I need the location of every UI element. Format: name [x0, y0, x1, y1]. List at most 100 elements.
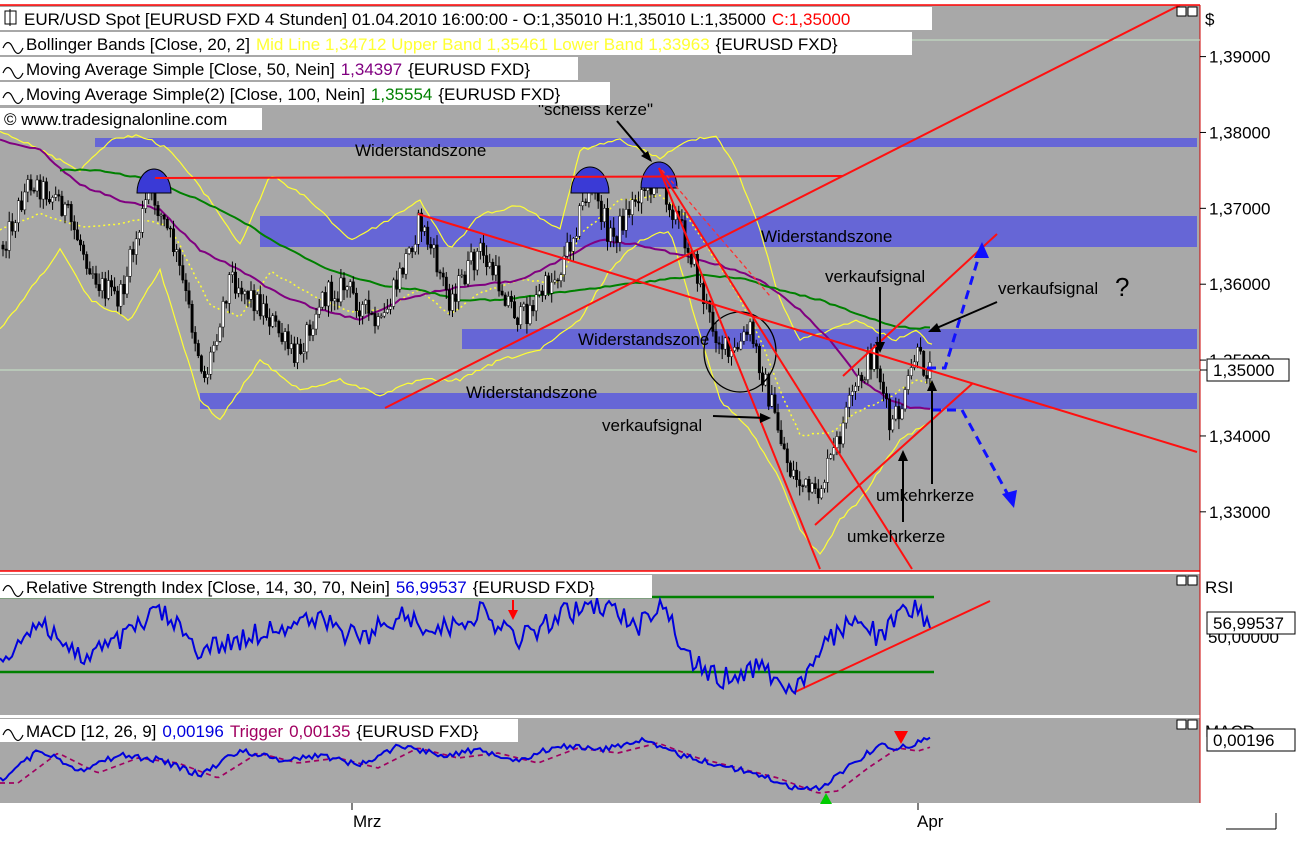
candle-body	[894, 406, 898, 420]
candle-body	[395, 279, 399, 290]
candle-body	[792, 469, 795, 477]
candle-body	[367, 299, 371, 314]
candle-body	[131, 249, 135, 255]
candle-body	[888, 398, 892, 431]
candle-body	[1, 244, 5, 250]
candle-body	[289, 343, 293, 349]
candle-body	[615, 236, 619, 243]
candle-body	[323, 292, 327, 307]
candle-body	[196, 343, 200, 356]
candle-body	[544, 275, 547, 296]
legend-macd-label: MACD [12, 26, 9]	[26, 722, 156, 741]
candle-body	[599, 200, 603, 223]
candle-body	[274, 315, 278, 322]
candle-body	[454, 293, 458, 302]
candle-body	[540, 290, 544, 296]
candle-body	[699, 283, 702, 285]
candle-body	[584, 201, 588, 204]
candle-body	[637, 201, 640, 204]
candle-body	[553, 279, 557, 283]
candle-body	[66, 203, 70, 206]
verkauf-label-3: verkaufsignal	[998, 279, 1098, 298]
candle-body	[237, 287, 241, 294]
candle-body	[742, 331, 746, 342]
candle-body	[100, 278, 104, 291]
candle-body	[48, 198, 51, 203]
candle-body	[116, 290, 120, 307]
candle-body	[385, 308, 389, 313]
legend-row-bollinger[interactable]: Bollinger Bands [Close, 20, 2] Mid Line 1…	[26, 35, 838, 54]
candle-body	[370, 313, 374, 315]
price-minimize-button[interactable]	[1176, 6, 1187, 17]
candle-body	[373, 313, 377, 327]
candle-body	[339, 277, 343, 303]
candle-body	[847, 395, 851, 408]
candle-body	[404, 253, 408, 275]
legend-row-ma100[interactable]: Moving Average Simple(2) [Close, 100, Ne…	[26, 85, 561, 104]
zone-label-3: Widerstandszone	[578, 330, 709, 349]
candle-body	[485, 255, 489, 267]
candle-body	[265, 303, 268, 318]
candle-body	[429, 244, 433, 249]
candle-body	[7, 221, 11, 251]
macd-minimize-button[interactable]	[1176, 719, 1187, 730]
legend-row-price[interactable]: EUR/USD Spot [EURUSD FXD 4 Stunden] 01.0…	[24, 10, 850, 29]
candle-body	[469, 251, 473, 261]
legend-row-ma50[interactable]: Moving Average Simple [Close, 50, Nein] 1…	[26, 60, 530, 79]
candle-body	[826, 458, 830, 483]
candle-body	[110, 280, 113, 288]
candle-body	[813, 483, 817, 489]
candle-body	[29, 179, 33, 191]
candle-body	[379, 315, 383, 318]
macd-maximize-button[interactable]	[1187, 719, 1198, 730]
price-maximize-button[interactable]	[1187, 6, 1198, 17]
question-mark: ?	[1115, 272, 1129, 302]
candle-body	[88, 268, 92, 275]
candle-body	[175, 249, 179, 253]
candle-body	[91, 273, 95, 275]
candle-body	[516, 317, 520, 325]
candle-body	[633, 199, 637, 202]
rsi-minimize-button[interactable]	[1176, 575, 1187, 586]
candle-body	[519, 306, 523, 325]
candle-body	[652, 187, 656, 195]
candle-body	[4, 248, 8, 251]
legend-macd-suffix: {EURUSD FXD}	[357, 722, 479, 741]
candle-body	[767, 374, 771, 407]
rsi-maximize-button[interactable]	[1187, 575, 1198, 586]
candle-body	[23, 191, 27, 211]
candle-body	[565, 242, 569, 257]
legend-macd-trigger-label: Trigger	[230, 722, 284, 741]
price-tick-label: 1,36000	[1209, 275, 1270, 294]
candle-body	[906, 375, 910, 390]
candle-body	[358, 310, 361, 317]
candle-body	[320, 292, 324, 308]
legend-row-macd[interactable]: MACD [12, 26, 9] 0,00196 Trigger 0,00135 {EU…	[26, 722, 479, 741]
candle-body	[54, 194, 58, 198]
candle-body	[57, 194, 61, 197]
candle-body	[556, 279, 560, 282]
candle-body	[327, 281, 330, 307]
candle-body	[221, 301, 225, 328]
candle-body	[723, 337, 727, 350]
candle-body	[215, 340, 219, 346]
price-tick-label: 1,33000	[1209, 503, 1270, 522]
candle-body	[733, 347, 737, 351]
legend-ma50-suffix: {EURUSD FXD}	[408, 60, 530, 79]
candle-body	[137, 232, 141, 240]
candle-body	[144, 199, 148, 209]
candle-body	[252, 290, 256, 312]
candle-body	[51, 197, 55, 203]
legend-bollinger-values: Mid Line 1,34712 Upper Band 1,35461 Lowe…	[256, 35, 710, 54]
candle-body	[401, 267, 405, 275]
candle-body	[162, 214, 166, 220]
candle-body	[203, 371, 206, 378]
current-price-box: 1,35000	[1200, 358, 1290, 382]
candle-body	[187, 290, 191, 305]
time-axis-bg	[0, 803, 1296, 837]
legend-ma100-suffix: {EURUSD FXD}	[438, 85, 560, 104]
candle-body	[63, 203, 67, 216]
candle-body	[181, 265, 185, 281]
candle-body	[903, 389, 907, 410]
legend-row-rsi[interactable]: Relative Strength Index [Close, 14, 30, …	[26, 578, 595, 597]
